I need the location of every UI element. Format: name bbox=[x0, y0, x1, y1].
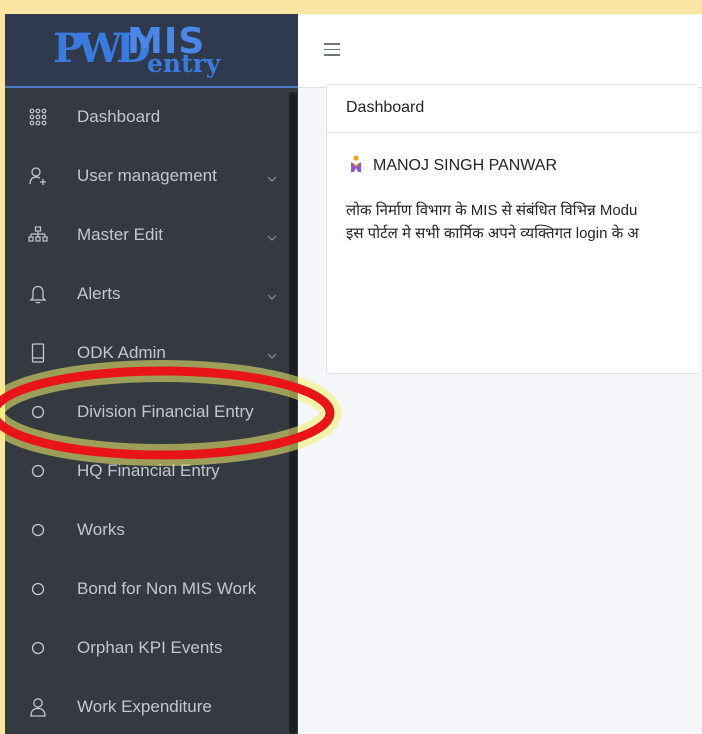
welcome-text: लोक निर्माण विभाग के MIS से संबंधित विभि… bbox=[346, 199, 702, 245]
dashboard-card: Dashboard MANOJ SINGH PANWAR लोक निर्माण… bbox=[326, 84, 698, 374]
sidebar-item-dashboard[interactable]: Dashboard bbox=[5, 89, 289, 145]
welcome-line-1: लोक निर्माण विभाग के MIS से संबंधित विभि… bbox=[346, 202, 638, 219]
user-plus-icon bbox=[27, 165, 49, 187]
hamburger-icon[interactable] bbox=[324, 43, 340, 57]
logo: PWD MIS entry bbox=[53, 22, 253, 80]
logo-entry-text: entry bbox=[147, 49, 221, 78]
sidebar-item-alerts[interactable]: Alerts bbox=[5, 266, 289, 322]
chevron-down-icon bbox=[267, 171, 277, 182]
sidebar-item-label: Works bbox=[77, 520, 125, 539]
top-navbar bbox=[298, 14, 702, 88]
person-icon bbox=[349, 154, 363, 178]
sidebar-item-label: Bond for Non MIS Work bbox=[77, 579, 257, 598]
sidebar-item-bond-for-non-mis-work[interactable]: Bond for Non MIS Work bbox=[5, 561, 289, 617]
user-line: MANOJ SINGH PANWAR bbox=[349, 154, 558, 178]
welcome-line-2: इस पोर्टल मे सभी कार्मिक अपने व्यक्तिगत … bbox=[346, 225, 639, 242]
user-icon bbox=[27, 696, 49, 718]
user-name: MANOJ SINGH PANWAR bbox=[373, 157, 558, 174]
sidebar-item-label: Work Expenditure bbox=[77, 697, 212, 716]
sidebar-item-label: Dashboard bbox=[77, 107, 161, 126]
bell-icon bbox=[27, 283, 49, 305]
sidebar-item-work-expenditure[interactable]: Work Expenditure bbox=[5, 679, 289, 734]
card-title: Dashboard bbox=[346, 99, 425, 116]
brand-logo[interactable]: PWD MIS entry bbox=[5, 14, 298, 88]
circle-icon bbox=[27, 637, 49, 659]
sidebar-item-works[interactable]: Works bbox=[5, 502, 289, 558]
sidebar-item-master-edit[interactable]: Master Edit bbox=[5, 207, 289, 263]
grid-icon bbox=[27, 106, 49, 128]
sidebar-item-label: Alerts bbox=[77, 284, 121, 303]
sidebar-item-user-management[interactable]: User management bbox=[5, 148, 289, 204]
card-header: Dashboard bbox=[327, 85, 698, 133]
sidebar-item-orphan-kpi-events[interactable]: Orphan KPI Events bbox=[5, 620, 289, 676]
sidebar-item-label: Orphan KPI Events bbox=[77, 638, 223, 657]
sitemap-icon bbox=[27, 224, 49, 246]
chevron-down-icon bbox=[267, 289, 277, 300]
chevron-down-icon bbox=[267, 348, 277, 359]
circle-icon bbox=[27, 578, 49, 600]
sidebar-item-label: User management bbox=[77, 166, 217, 185]
annotation-highlight bbox=[0, 360, 341, 466]
circle-icon bbox=[27, 519, 49, 541]
chevron-down-icon bbox=[267, 230, 277, 241]
sidebar-item-label: Master Edit bbox=[77, 225, 163, 244]
